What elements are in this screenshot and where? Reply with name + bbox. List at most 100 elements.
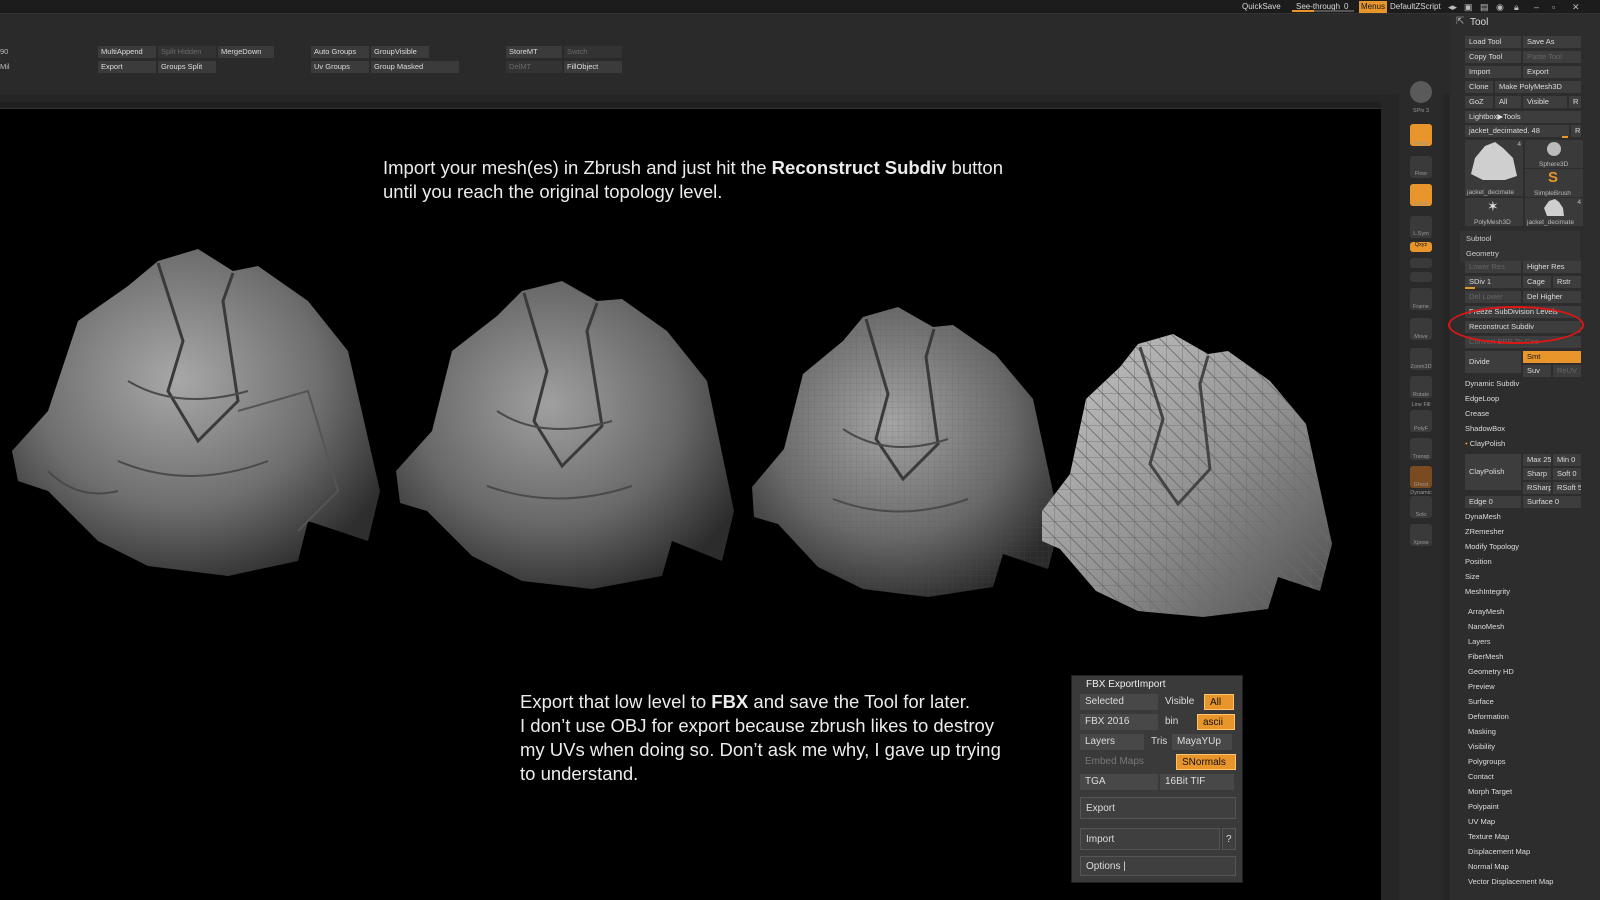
goz-all-button[interactable]: All <box>1495 96 1521 108</box>
tool-thumb-jacket[interactable]: jacket_decimate 4 <box>1465 140 1523 196</box>
geometry-subsection-item[interactable]: Modify Topology <box>1465 542 1519 551</box>
smt-toggle[interactable]: Smt <box>1523 351 1581 363</box>
tool-subpalette-item[interactable]: Surface <box>1468 697 1494 706</box>
uv-groups-button[interactable]: Uv Groups <box>311 61 369 73</box>
tool-palette-title[interactable]: Tool <box>1470 17 1488 28</box>
fbx-tif-select[interactable]: 16Bit TIF <box>1160 774 1234 790</box>
geometry-subsection-item[interactable]: DynaMesh <box>1465 512 1501 521</box>
tool-subpalette-item[interactable]: Vector Displacement Map <box>1468 877 1553 886</box>
tool-subpalette-item[interactable]: FiberMesh <box>1468 652 1503 661</box>
fbx-options-button[interactable]: Options | <box>1080 856 1236 876</box>
groups-split-button[interactable]: Groups Split <box>158 61 216 73</box>
suv-toggle[interactable]: Suv <box>1523 365 1551 377</box>
goz-visible-button[interactable]: Visible <box>1523 96 1567 108</box>
goz-r-button[interactable]: R <box>1569 96 1581 108</box>
see-through-slider[interactable] <box>1292 10 1354 12</box>
paste-tool-button[interactable]: Paste Tool <box>1523 51 1581 63</box>
shadowbox-section[interactable]: ShadowBox <box>1465 424 1505 433</box>
tool-subpalette-item[interactable]: Texture Map <box>1468 832 1509 841</box>
export-button[interactable]: Export <box>98 61 156 73</box>
reuv-toggle[interactable]: ReUV <box>1553 365 1581 377</box>
rotate-y-icon[interactable] <box>1410 258 1432 268</box>
fbx-help-button[interactable]: ? <box>1222 828 1236 850</box>
make-polymesh-button[interactable]: Make PolyMesh3D <box>1495 81 1581 93</box>
geometry-subsection-item[interactable]: ZRemesher <box>1465 527 1504 536</box>
close-icon[interactable]: ✕ <box>1572 2 1580 13</box>
fbx-selected-button[interactable]: Selected <box>1080 694 1158 710</box>
tool-subpalette-item[interactable]: Normal Map <box>1468 862 1509 871</box>
mergedown-button[interactable]: MergeDown <box>218 46 274 58</box>
tool-subpalette-item[interactable]: NanoMesh <box>1468 622 1504 631</box>
rstr-button[interactable]: Rstr <box>1553 276 1581 288</box>
tool-subpalette-item[interactable]: Displacement Map <box>1468 847 1530 856</box>
tool-subpalette-item[interactable]: UV Map <box>1468 817 1495 826</box>
tool-subpalette-item[interactable]: Visibility <box>1468 742 1495 751</box>
claypolish-edge-slider[interactable]: Edge 0 <box>1465 496 1521 508</box>
claypolish-rsoft-slider[interactable]: RSoft 5 <box>1553 482 1581 494</box>
menus-toggle[interactable]: Menus <box>1359 1 1387 13</box>
auto-groups-button[interactable]: Auto Groups <box>311 46 369 58</box>
fbx-layers-button[interactable]: Layers <box>1080 734 1144 750</box>
claypolish-rsharp-slider[interactable]: RSharp <box>1523 482 1551 494</box>
tool-subpalette-item[interactable]: ArrayMesh <box>1468 607 1504 616</box>
del-higher-button[interactable]: Del Higher <box>1523 291 1581 303</box>
fbx-snormals-toggle[interactable]: SNormals <box>1176 754 1236 770</box>
tool-subpalette-item[interactable]: Preview <box>1468 682 1495 691</box>
edgeloop-section[interactable]: EdgeLoop <box>1465 394 1499 403</box>
current-tool-slider[interactable]: jacket_decimated. 48 <box>1465 125 1569 137</box>
claypolish-surface-slider[interactable]: Surface 0 <box>1523 496 1581 508</box>
fbx-version-select[interactable]: FBX 2016 <box>1080 714 1158 730</box>
layout-icon[interactable]: ◂▸ <box>1448 2 1457 13</box>
clone-button[interactable]: Clone <box>1465 81 1493 93</box>
copy-tool-button[interactable]: Copy Tool <box>1465 51 1521 63</box>
tool-thumb-simplebrush[interactable]: S SimpleBrush <box>1525 169 1583 197</box>
group-masked-button[interactable]: Group Masked <box>371 61 459 73</box>
minimize-icon[interactable]: – <box>1534 2 1539 12</box>
fbx-tris-button[interactable]: Tris <box>1146 734 1170 750</box>
geometry-section[interactable]: Geometry <box>1460 246 1580 262</box>
group-visible-button[interactable]: GroupVisible <box>371 46 429 58</box>
dynamic-subdiv-section[interactable]: Dynamic Subdiv <box>1465 379 1519 388</box>
claypolish-section[interactable]: • ClayPolish <box>1465 439 1505 448</box>
goz-button[interactable]: GoZ <box>1465 96 1493 108</box>
tool-subpalette-item[interactable]: Deformation <box>1468 712 1509 721</box>
lightbox-tools-button[interactable]: Lightbox▶Tools <box>1465 111 1581 123</box>
current-tool-r-button[interactable]: R <box>1571 125 1581 137</box>
lock-icon[interactable]: 🔒︎ <box>1514 2 1519 13</box>
quicksave-button[interactable]: QuickSave <box>1242 2 1281 11</box>
divide-button[interactable]: Divide <box>1465 351 1521 373</box>
storemt-button[interactable]: StoreMT <box>506 46 562 58</box>
script-name[interactable]: DefaultZScript <box>1390 2 1441 11</box>
lower-res-button[interactable]: Lower Res <box>1465 261 1521 273</box>
hotkey-icon[interactable]: ▣ <box>1464 2 1473 13</box>
geometry-subsection-item[interactable]: Size <box>1465 572 1480 581</box>
cage-button[interactable]: Cage <box>1523 276 1551 288</box>
fbx-bin-button[interactable]: bin <box>1160 714 1200 730</box>
fbx-export-button[interactable]: Export <box>1080 797 1236 819</box>
rotate-z-icon[interactable] <box>1410 272 1432 282</box>
fbx-tga-select[interactable]: TGA <box>1080 774 1158 790</box>
fillobject-button[interactable]: FillObject <box>564 61 622 73</box>
crease-section[interactable]: Crease <box>1465 409 1489 418</box>
fbx-embed-maps-button[interactable]: Embed Maps <box>1080 754 1174 770</box>
delmt-button[interactable]: DelMT <box>506 61 562 73</box>
multiappend-button[interactable]: MultiAppend <box>98 46 156 58</box>
maximize-icon[interactable]: ▫ <box>1552 2 1555 12</box>
subtool-section[interactable]: Subtool <box>1460 231 1580 247</box>
claypolish-min-slider[interactable]: Min 0 <box>1553 454 1581 466</box>
tool-subpalette-item[interactable]: Morph Target <box>1468 787 1512 796</box>
material-sphere-icon[interactable] <box>1410 81 1432 103</box>
claypolish-sharp-slider[interactable]: Sharp <box>1523 468 1551 480</box>
fbx-ascii-toggle[interactable]: ascii <box>1197 714 1235 730</box>
geometry-subsection-item[interactable]: Position <box>1465 557 1492 566</box>
save-as-button[interactable]: Save As <box>1523 36 1581 48</box>
del-lower-button[interactable]: Del Lower <box>1465 291 1521 303</box>
load-tool-button[interactable]: Load Tool <box>1465 36 1521 48</box>
geometry-subsection-item[interactable]: MeshIntegrity <box>1465 587 1510 596</box>
tool-subpalette-item[interactable]: Layers <box>1468 637 1491 646</box>
fbx-import-button[interactable]: Import <box>1080 828 1220 850</box>
claypolish-soft-slider[interactable]: Soft 0 <box>1553 468 1581 480</box>
tool-subpalette-item[interactable]: Masking <box>1468 727 1496 736</box>
tool-thumb-jacket-2[interactable]: jacket_decimate 4 <box>1525 198 1583 226</box>
fbx-all-toggle[interactable]: All <box>1204 694 1234 710</box>
